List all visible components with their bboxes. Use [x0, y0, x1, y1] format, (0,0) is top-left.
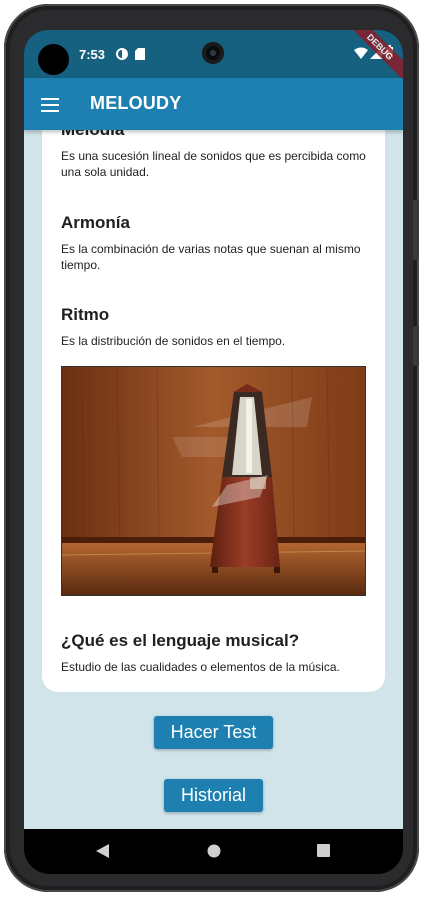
navigation-bar — [24, 829, 403, 874]
sd-card-icon — [135, 47, 145, 65]
screen: 7:53 DEBUG MELOUDY Es una sucesión linea… — [24, 30, 403, 874]
punch-hole — [38, 44, 69, 75]
status-bar: 7:53 DEBUG — [24, 30, 403, 84]
recents-icon[interactable] — [317, 844, 330, 862]
data-saver-icon — [116, 47, 128, 65]
section-title-melodia: Melodía — [61, 130, 124, 140]
app-title: MELOUDY — [90, 93, 182, 113]
content-area[interactable]: Melodía Es una sucesión lineal de sonido… — [24, 130, 403, 829]
info-card: Melodía Es una sucesión lineal de sonido… — [42, 130, 385, 692]
question-text: Estudio de las cualidades o elementos de… — [61, 660, 340, 674]
home-icon[interactable] — [207, 844, 221, 863]
power-button — [413, 326, 419, 366]
back-icon[interactable] — [96, 844, 109, 863]
section-text-ritmo: Es la distribución de sonidos en el tiem… — [61, 334, 286, 348]
volume-button — [413, 200, 419, 260]
history-button[interactable]: Historial — [164, 779, 263, 812]
wifi-icon — [354, 46, 368, 64]
front-camera — [202, 42, 224, 64]
app-bar: MELOUDY — [24, 78, 403, 130]
section-title-ritmo: Ritmo — [61, 305, 110, 324]
section-text-armonia: Es la combinación de varias notas que su… — [61, 242, 361, 272]
metronome-image — [61, 366, 366, 596]
hamburger-menu-icon[interactable] — [41, 98, 59, 112]
device-frame: 7:53 DEBUG MELOUDY Es una sucesión linea… — [4, 4, 419, 892]
section-text-melodia: Es una sucesión lineal de sonidos que es… — [61, 149, 366, 179]
section-title-armonia: Armonía — [61, 213, 130, 232]
take-test-button[interactable]: Hacer Test — [154, 716, 273, 749]
status-time: 7:53 — [79, 47, 106, 62]
question-title: ¿Qué es el lenguaje musical? — [61, 631, 300, 650]
